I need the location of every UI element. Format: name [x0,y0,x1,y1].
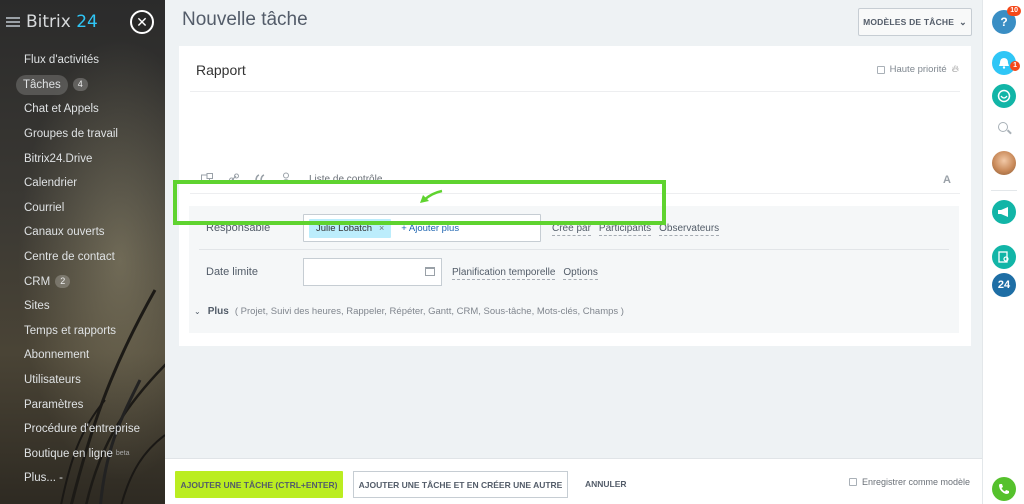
save-as-template-toggle[interactable]: Enregistrer comme modèle [848,477,970,487]
help-badge: 10 [1007,6,1021,16]
page-title: Nouvelle tâche [182,9,308,30]
notifications-badge: 1 [1010,61,1020,71]
notifications-button[interactable]: 1 [992,51,1020,75]
chevron-down-icon: ⌄ [194,306,201,316]
sidebar-item-time-reports[interactable]: Temps et rapports [24,319,140,344]
sidebar-menu: Flux d'activités Tâches 4 Chat et Appels … [16,48,140,491]
sidebar-item-activity-stream[interactable]: Flux d'activités [24,48,140,73]
sidebar-item-drive[interactable]: Bitrix24.Drive [24,146,140,171]
more-fields-row[interactable]: ⌄ Plus ( Projet, Suivi des heures, Rappe… [189,300,959,322]
options-link[interactable]: Options [563,267,598,280]
form-footer: AJOUTER UNE TÂCHE (CTRL+ENTER) AJOUTER U… [165,458,982,504]
sidebar-item-calendar[interactable]: Calendrier [24,171,140,196]
bell-icon [999,58,1009,69]
sidebar-item-workgroups[interactable]: Groupes de travail [24,122,140,147]
cancel-button[interactable]: ANNULER [585,479,627,489]
divider [190,91,960,92]
sidebar-item-chat[interactable]: Chat et Appels [24,97,140,122]
arrow-annotation-icon [420,189,443,203]
divider [991,190,1017,191]
save-as-template-label: Enregistrer comme modèle [861,477,970,487]
megaphone-icon [998,207,1008,217]
task-fields-panel: Responsable Julie Lobatch × + Ajouter pl… [189,206,959,333]
document-search-icon [998,251,1009,263]
crm-widget-button[interactable] [992,245,1016,269]
chevron-down-icon: ⌄ [959,16,967,27]
add-and-create-another-button[interactable]: AJOUTER UNE TÂCHE ET EN CRÉER UNE AUTRE [353,471,568,498]
left-sidebar: Bitrix 24 ✕ Flux d'activités Tâches 4 Cha… [0,0,165,504]
divider [199,249,949,250]
sidebar-item-online-store[interactable]: Boutique en ligne beta [24,442,140,467]
sidebar-item-open-channels[interactable]: Canaux ouverts [24,220,140,245]
menu-icon[interactable] [6,17,20,27]
bitrix24-network-button[interactable]: 24 [992,273,1016,297]
sidebar-item-crm[interactable]: CRM 2 [24,269,140,294]
close-icon: ✕ [136,14,148,30]
sidebar-item-users[interactable]: Utilisateurs [24,368,140,393]
high-priority-toggle[interactable]: Haute priorité 🔥︎ [876,64,959,75]
phone-icon [999,484,1009,494]
time-planning-link[interactable]: Planification temporelle [452,267,556,280]
deadline-label: Date limite [206,266,258,278]
search-icon[interactable] [998,122,1008,132]
sidebar-item-subscription[interactable]: Abonnement [24,343,140,368]
task-templates-button[interactable]: MODÈLES DE TÂCHE ⌄ [858,8,972,36]
observers-link[interactable]: Observateurs [659,223,720,236]
more-fields-list: ( Projet, Suivi des heures, Rappeler, Ré… [234,305,624,317]
help-button[interactable]: ? 10 [992,6,1021,34]
logo-text: Bitrix 24 [26,12,98,32]
help-icon: ? [1000,15,1008,29]
logo[interactable]: Bitrix 24 [6,12,98,32]
task-title-input[interactable]: Rapport [196,62,246,78]
flame-icon: 🔥︎ [951,64,959,75]
deadline-links: Planification temporelle Options [452,267,606,280]
chat-icon [997,89,1011,103]
sidebar-item-tasks[interactable]: Tâches 4 [16,73,140,98]
tasks-counter-badge: 4 [72,78,88,92]
beta-tag: beta [115,449,130,457]
right-panel: ? 10 1 24 [982,0,1024,504]
close-slider-button[interactable]: ✕ [130,10,154,34]
sidebar-item-business-process[interactable]: Procédure d'entreprise [24,417,140,442]
open-channels-button[interactable] [992,200,1016,224]
high-priority-checkbox[interactable] [876,65,885,74]
sidebar-item-settings[interactable]: Paramètres [24,392,140,417]
sidebar-item-sites[interactable]: Sites [24,294,140,319]
b24-icon: 24 [997,279,1011,291]
phone-button[interactable] [992,477,1016,501]
add-task-button[interactable]: AJOUTER UNE TÂCHE (CTRL+ENTER) [175,471,343,498]
calendar-icon[interactable] [425,267,435,276]
sidebar-item-contact-center[interactable]: Centre de contact [24,245,140,270]
deadline-input[interactable] [303,258,442,286]
more-label: Plus [207,305,229,317]
save-as-template-checkbox[interactable] [848,478,857,486]
sidebar-item-mail[interactable]: Courriel [24,196,140,221]
avatar[interactable] [992,151,1016,175]
messenger-button[interactable] [992,84,1016,108]
task-form-main: Nouvelle tâche MODÈLES DE TÂCHE ⌄ Rappor… [165,0,982,504]
task-templates-label: MODÈLES DE TÂCHE [863,17,955,27]
high-priority-label: Haute priorité [889,64,947,75]
text-format-icon[interactable]: A [943,174,951,186]
crm-counter-badge: 2 [55,275,71,289]
sidebar-item-more[interactable]: Plus... - [24,466,140,491]
task-card: Rapport Haute priorité 🔥︎ Liste de contr… [173,46,971,346]
